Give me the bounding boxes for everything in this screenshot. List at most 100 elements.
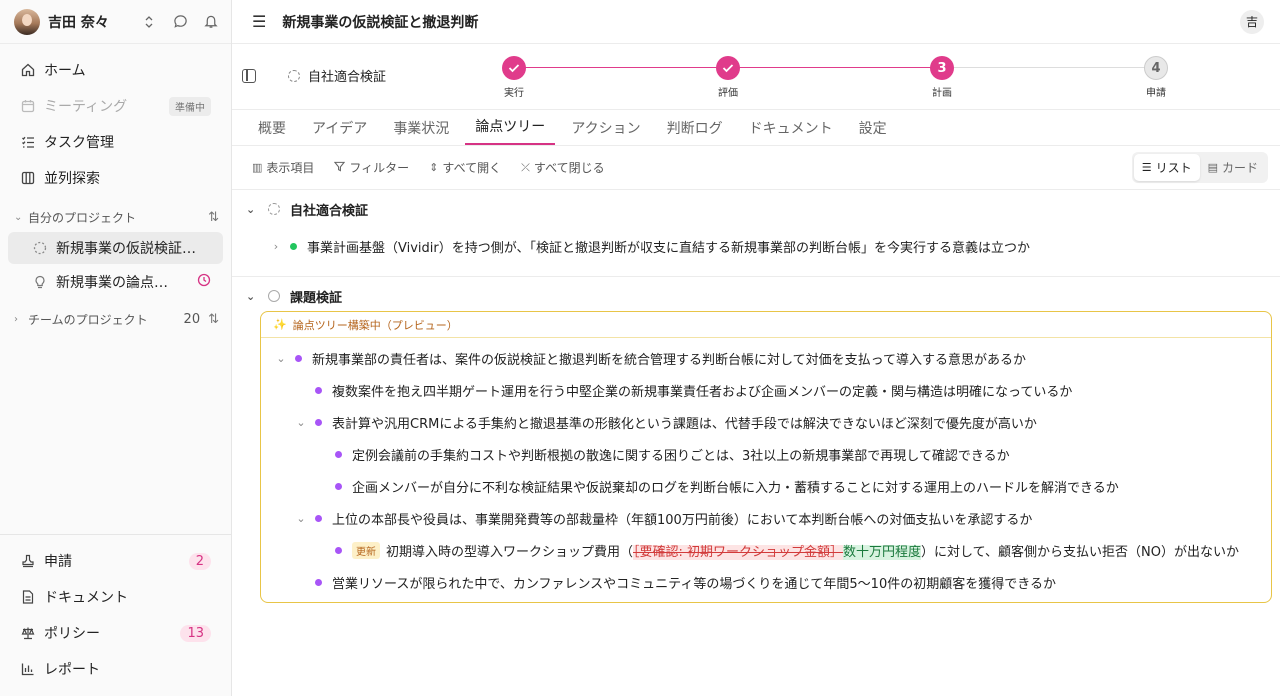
user-avatar-chip[interactable]: 吉 xyxy=(1240,9,1264,34)
tree-row-text: 定例会議前の手集約コストや判断根拠の散逸に関する困りごとは、3社以上の新規事業部… xyxy=(352,448,1010,464)
nav-meeting-label: ミーティング xyxy=(44,99,128,115)
nav-application[interactable]: 申請 2 xyxy=(8,543,223,579)
project-item-label: 新規事業の論点… xyxy=(56,275,168,291)
nav-report-label: レポート xyxy=(44,662,100,678)
inserted-text: 数十万円程度 xyxy=(843,544,922,560)
expand-all-button[interactable]: ⇕ すべて開く xyxy=(429,159,501,176)
view-list-label: リスト xyxy=(1155,161,1192,175)
collapse-all-button[interactable]: ⤫ すべて閉じる xyxy=(521,159,605,176)
chat-icon[interactable] xyxy=(172,14,188,30)
chevron-right-icon[interactable]: › xyxy=(268,240,284,253)
step-evaluate[interactable]: 評価 xyxy=(698,56,758,99)
tab-settings[interactable]: 設定 xyxy=(849,118,897,145)
step-label: 申請 xyxy=(1146,88,1166,99)
tree-row-text: 表計算や汎用CRMによる手集約と撤退基準の形骸化という課題は、代替手段では解決で… xyxy=(332,416,1037,432)
status-dot xyxy=(315,578,322,586)
sidebar: 吉田 奈々 ホーム ミーティング 準備中 タスク管理 並列探索 ⌄ 自分のプロジ… xyxy=(0,0,232,696)
status-dot xyxy=(335,482,342,490)
chevron-down-icon[interactable]: ⌄ xyxy=(273,352,289,365)
chevron-right-icon: › xyxy=(14,313,18,325)
columns-button[interactable]: ▥ 表示項目 xyxy=(252,159,314,176)
tree-toolbar: ▥ 表示項目 フィルター ⇕ すべて開く ⤫ すべて閉じる ☰ リスト ▤ カー… xyxy=(232,146,1280,190)
check-icon xyxy=(716,56,740,80)
check-icon xyxy=(502,56,526,80)
nav-policy[interactable]: ポリシー 13 xyxy=(8,615,223,651)
nav-home-label: ホーム xyxy=(44,63,86,79)
status-dot xyxy=(335,450,342,458)
chevron-down-icon[interactable]: ⌄ xyxy=(246,203,264,216)
tab-issue-tree[interactable]: 論点ツリー xyxy=(465,116,556,145)
sidebar-bottom-nav: 申請 2 ドキュメント ポリシー 13 レポート xyxy=(0,534,231,687)
panel-toggle-icon[interactable] xyxy=(242,69,256,83)
clock-icon xyxy=(197,273,211,291)
nav-documents[interactable]: ドキュメント xyxy=(8,579,223,615)
step-number: 4 xyxy=(1144,56,1168,80)
chevron-down-icon[interactable]: ⌄ xyxy=(246,290,264,303)
step-connector-3 xyxy=(942,67,1156,68)
tree-row[interactable]: › 事業計画基盤（Vividir）を持つ側が、「検証と撤退判断が収支に直結する新… xyxy=(232,228,1280,264)
nav-report[interactable]: レポート xyxy=(8,651,223,687)
top-bar: ☰ 新規事業の仮説検証と撤退判断 吉 xyxy=(232,0,1280,44)
tree-row[interactable]: 更新 初期導入時の型導入ワークショップ費用（［要確認: 初期ワークショップ金額］… xyxy=(261,534,1271,566)
nav-tasks[interactable]: タスク管理 xyxy=(8,124,223,160)
tree-row[interactable]: 企画メンバーが自分に不利な検証結果や仮説棄却のログを判断台帳に入力・蓄積すること… xyxy=(261,470,1271,502)
project-item-label: 新規事業の仮説検証… xyxy=(56,241,196,257)
team-projects-count: 20 xyxy=(183,311,201,327)
dashed-circle-icon xyxy=(32,240,48,256)
step-apply[interactable]: 4 申請 xyxy=(1126,56,1186,99)
tab-business-status[interactable]: 事業状況 xyxy=(383,118,459,145)
tree-row[interactable]: 営業リソースが限られた中で、カンファレンスやコミュニティ等の場づくりを通じて年間… xyxy=(261,566,1271,598)
project-item-issues[interactable]: 新規事業の論点… xyxy=(8,266,223,298)
list-icon: ☰ xyxy=(1141,161,1152,174)
home-icon xyxy=(20,62,36,78)
nav-meeting[interactable]: ミーティング 準備中 xyxy=(8,88,223,124)
group-header-issue-validation[interactable]: ⌄ 課題検証 xyxy=(232,277,1280,315)
tree-row[interactable]: 定例会議前の手集約コストや判断根拠の散逸に関する困りごとは、3社以上の新規事業部… xyxy=(261,438,1271,470)
step-plan[interactable]: 3 計画 xyxy=(912,56,972,99)
filter-icon xyxy=(334,161,346,175)
tab-actions[interactable]: アクション xyxy=(561,118,650,145)
nav-policy-label: ポリシー xyxy=(44,626,100,642)
nav-home[interactable]: ホーム xyxy=(8,52,223,88)
my-projects-header[interactable]: ⌄ 自分のプロジェクト ⇅ xyxy=(0,202,231,232)
group-header-self-fit[interactable]: ⌄ 自社適合検証 xyxy=(232,190,1280,228)
user-name[interactable]: 吉田 奈々 xyxy=(48,12,126,32)
view-card-button[interactable]: ▤ カード xyxy=(1200,154,1266,181)
team-projects-header[interactable]: › チームのプロジェクト 20 ⇅ xyxy=(0,304,231,334)
status-dot xyxy=(315,386,322,394)
tree-row[interactable]: 複数案件を抱え四半期ゲート運用を行う中堅企業の新規事業責任者および企画メンバーの… xyxy=(261,374,1271,406)
tree-row[interactable]: ⌄ 表計算や汎用CRMによる手集約と撤退基準の形骸化という課題は、代替手段では解… xyxy=(261,406,1271,438)
step-label: 実行 xyxy=(504,88,524,99)
tree-row[interactable]: ⌄ 上位の本部長や役員は、事業開発費等の部裁量枠（年額100万円前後）において本… xyxy=(261,502,1271,534)
scale-icon xyxy=(20,625,36,641)
tree-row-text: 事業計画基盤（Vividir）を持つ側が、「検証と撤退判断が収支に直結する新規事… xyxy=(307,240,1030,256)
card-icon: ▤ xyxy=(1207,161,1218,174)
tree-row-text: 初期導入時の型導入ワークショップ費用（［要確認: 初期ワークショップ金額］数十万… xyxy=(386,541,1239,560)
columns-icon xyxy=(20,170,36,186)
chevron-updown-icon[interactable] xyxy=(141,14,157,30)
view-list-button[interactable]: ☰ リスト xyxy=(1133,154,1200,181)
tree-row-text: 上位の本部長や役員は、事業開発費等の部裁量枠（年額100万円前後）において本判断… xyxy=(332,512,1033,528)
tab-decision-log[interactable]: 判断ログ xyxy=(657,118,733,145)
step-execute[interactable]: 実行 xyxy=(484,56,544,99)
bell-icon[interactable] xyxy=(203,14,219,30)
bar-chart-icon xyxy=(20,661,36,677)
tree-row[interactable]: ⌄ 新規事業部の責任者は、案件の仮説検証と撤退判断を統合管理する判断台帳に対して… xyxy=(261,342,1271,374)
chevron-down-icon[interactable]: ⌄ xyxy=(293,512,309,525)
sort-icon[interactable]: ⇅ xyxy=(208,312,219,327)
current-phase-label: 自社適合検証 xyxy=(308,70,387,85)
hamburger-menu-icon[interactable]: ☰ xyxy=(252,12,266,31)
expand-icon: ⇕ xyxy=(429,161,439,174)
filter-button[interactable]: フィルター xyxy=(334,159,409,176)
avatar[interactable] xyxy=(14,8,40,35)
nav-parallel[interactable]: 並列探索 xyxy=(8,160,223,196)
tab-documents[interactable]: ドキュメント xyxy=(739,118,843,145)
chevron-down-icon[interactable]: ⌄ xyxy=(293,416,309,429)
project-item-hypothesis[interactable]: 新規事業の仮説検証… xyxy=(8,232,223,264)
tab-overview[interactable]: 概要 xyxy=(248,118,296,145)
stamp-icon xyxy=(20,553,36,569)
tab-ideas[interactable]: アイデア xyxy=(302,118,377,145)
sort-icon[interactable]: ⇅ xyxy=(208,210,219,225)
status-dot xyxy=(315,514,322,522)
columns-label: 表示項目 xyxy=(266,161,315,175)
